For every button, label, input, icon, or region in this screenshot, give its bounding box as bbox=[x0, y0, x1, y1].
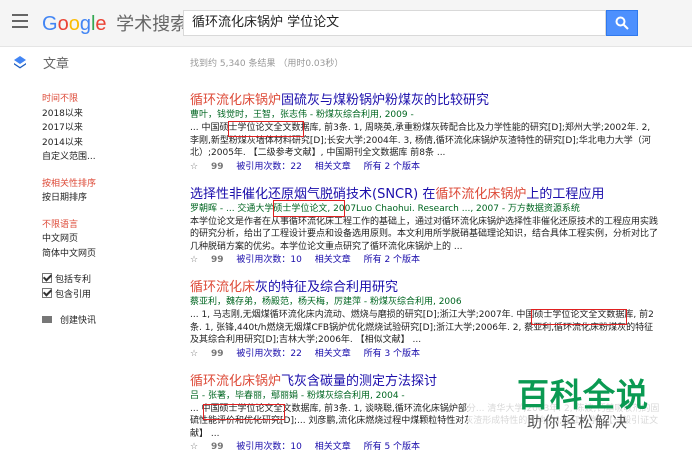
search-icon bbox=[615, 16, 629, 30]
watermark-subtitle: 助你轻松解决 bbox=[527, 413, 630, 431]
articles-label[interactable]: 文章 bbox=[43, 53, 69, 72]
watermark-title: 百科全说 bbox=[517, 376, 650, 414]
checkbox-icon bbox=[42, 287, 52, 298]
annotation-box bbox=[273, 200, 345, 217]
result-stats: 找到约 5,340 条结果 （用时0.03秒） bbox=[190, 59, 344, 69]
sub-bar: 文章 找到约 5,340 条结果 （用时0.03秒） bbox=[0, 47, 692, 77]
options-group: 包括专利 包含引用 bbox=[42, 273, 162, 302]
time-since-2018[interactable]: 2018以来 bbox=[42, 107, 162, 122]
result-item: 选择性非催化还原烟气脱硝技术(SNCR) 在循环流化床锅炉上的工程应用 罗朝晖 … bbox=[190, 186, 660, 269]
all-versions-link[interactable]: 所有 5 个版本 bbox=[364, 442, 420, 452]
time-any[interactable]: 时间不限 bbox=[42, 92, 162, 107]
lang-any[interactable]: 不限语言 bbox=[42, 218, 162, 233]
annotation-box bbox=[228, 121, 304, 137]
include-patents-checkbox[interactable]: 包括专利 bbox=[42, 273, 162, 288]
result-authors: 蔡亚利，魏存弟，杨殿范，杨天梅，厉建萍 - 粉煤灰综合利用, 2006 bbox=[190, 297, 462, 307]
time-since-2014[interactable]: 2014以来 bbox=[42, 136, 162, 151]
sort-by-relevance[interactable]: 按相关性排序 bbox=[42, 177, 162, 192]
sort-by-date[interactable]: 按日期排序 bbox=[42, 191, 162, 206]
cite-quote-icon[interactable]: 99 bbox=[211, 255, 224, 265]
envelope-icon bbox=[42, 316, 52, 323]
time-custom-range[interactable]: 自定义范围... bbox=[42, 150, 162, 165]
lang-chinese-web[interactable]: 中文网页 bbox=[42, 232, 162, 247]
include-citations-checkbox[interactable]: 包含引用 bbox=[42, 287, 162, 303]
cited-by-link[interactable]: 被引用次数：10 bbox=[236, 255, 301, 265]
cite-quote-icon[interactable]: 99 bbox=[211, 349, 224, 359]
save-star-icon[interactable]: ☆ bbox=[190, 349, 198, 359]
all-versions-link[interactable]: 所有 2 个版本 bbox=[364, 162, 420, 172]
result-actions: ☆ 99 被引用次数：22 相关文章 所有 2 个版本 bbox=[190, 160, 660, 175]
cited-by-link[interactable]: 被引用次数：22 bbox=[236, 349, 301, 359]
top-bar: Google 学术搜索 循环流化床锅炉 学位论文 bbox=[0, 0, 692, 47]
language-group: 不限语言 中文网页 简体中文网页 bbox=[42, 218, 162, 262]
result-title[interactable]: 选择性非催化还原烟气脱硝技术(SNCR) 在循环流化床锅炉上的工程应用 bbox=[190, 186, 660, 203]
related-articles-link[interactable]: 相关文章 bbox=[315, 255, 351, 265]
related-articles-link[interactable]: 相关文章 bbox=[315, 162, 351, 172]
lang-simplified-chinese[interactable]: 简体中文网页 bbox=[42, 247, 162, 262]
checkbox-icon bbox=[42, 273, 52, 283]
result-actions: ☆ 99 被引用次数：22 相关文章 所有 3 个版本 bbox=[190, 347, 660, 362]
cite-quote-icon[interactable]: 99 bbox=[211, 162, 224, 172]
time-since-2017[interactable]: 2017以来 bbox=[42, 121, 162, 136]
related-articles-link[interactable]: 相关文章 bbox=[315, 442, 351, 452]
create-alert-link[interactable]: 创建快讯 bbox=[42, 314, 162, 329]
cite-quote-icon[interactable]: 99 bbox=[211, 442, 224, 452]
all-versions-link[interactable]: 所有 3 个版本 bbox=[364, 349, 420, 359]
save-star-icon[interactable]: ☆ bbox=[190, 255, 198, 265]
cited-by-link[interactable]: 被引用次数：10 bbox=[236, 442, 301, 452]
annotation-box bbox=[203, 404, 285, 420]
search-input[interactable]: 循环流化床锅炉 学位论文 bbox=[183, 10, 606, 36]
include-patents-label: 包括专利 bbox=[55, 275, 92, 285]
search-button[interactable] bbox=[606, 10, 638, 36]
save-star-icon[interactable]: ☆ bbox=[190, 442, 198, 452]
save-star-icon[interactable]: ☆ bbox=[190, 162, 198, 172]
menu-icon[interactable] bbox=[12, 14, 28, 28]
result-actions: ☆ 99 被引用次数：10 相关文章 所有 2 个版本 bbox=[190, 253, 660, 268]
all-versions-link[interactable]: 所有 2 个版本 bbox=[364, 255, 420, 265]
cited-by-link[interactable]: 被引用次数：22 bbox=[236, 162, 301, 172]
result-authors: 罗朝晖 - ... 交通大学硕士学位论文, 2007Luo Chaohui. R… bbox=[190, 203, 580, 214]
annotation-box bbox=[531, 309, 627, 325]
result-title[interactable]: 循环流化床灰的特征及综合利用研究 bbox=[190, 279, 660, 296]
result-title[interactable]: 循环流化床锅炉固硫灰与煤粉锅炉粉煤灰的比较研究 bbox=[190, 92, 660, 109]
google-scholar-logo[interactable]: Google 学术搜索 bbox=[42, 10, 188, 36]
sidebar: 时间不限 2018以来 2017以来 2014以来 自定义范围... 按相关性排… bbox=[42, 92, 162, 329]
articles-icon bbox=[14, 56, 26, 69]
logo-suffix: 学术搜索 bbox=[116, 14, 189, 34]
related-articles-link[interactable]: 相关文章 bbox=[315, 349, 351, 359]
include-citations-label: 包含引用 bbox=[55, 289, 92, 300]
time-filter-group: 时间不限 2018以来 2017以来 2014以来 自定义范围... bbox=[42, 92, 162, 165]
result-snippet: 本学位论文是作者在从事循环流化床工程工作的基础上，通过对循环流化床锅炉选择性非催… bbox=[190, 216, 659, 252]
sort-group: 按相关性排序 按日期排序 bbox=[42, 177, 162, 206]
create-alert-label: 创建快讯 bbox=[60, 316, 97, 326]
